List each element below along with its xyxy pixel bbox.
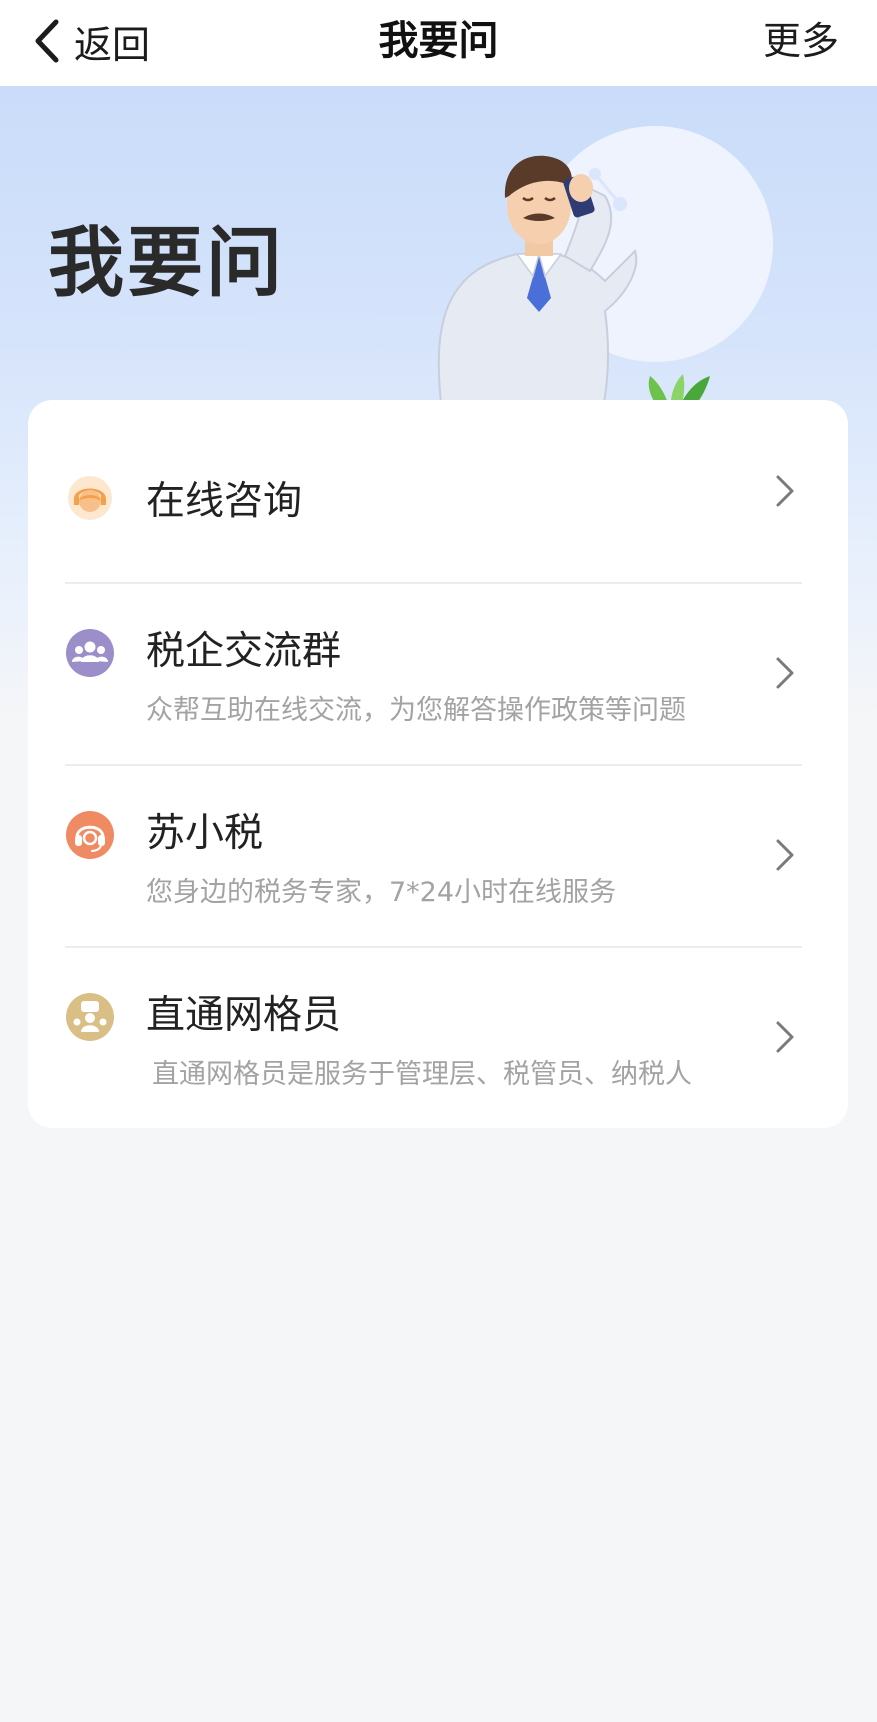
chevron-right-icon [776,1021,794,1053]
navigation-bar: 返回 我要问 更多 [0,0,877,86]
chevron-right-icon [776,657,794,689]
menu-item-tax-enterprise-group[interactable]: 税企交流群 众帮互助在线交流，为您解答操作政策等问题 [28,582,848,764]
chevron-right-icon [776,839,794,871]
chevron-left-icon [35,19,59,63]
headset-icon [66,811,114,859]
menu-item-online-consultation[interactable]: 在线咨询 [28,400,848,582]
service-menu-card: 在线咨询 税企交流群 众帮互助在线交流，为您解答操作政策等问题 苏小税 您身边的… [28,400,848,1128]
hero-title: 我要问 [48,218,285,307]
menu-item-title: 在线咨询 [146,479,303,524]
chevron-right-icon [776,475,794,507]
back-button[interactable]: 返回 [30,10,150,72]
customer-service-icon [68,476,112,520]
menu-item-title: 税企交流群 [146,629,342,674]
menu-item-subtitle: 您身边的税务专家，7*24小时在线服务 [146,877,617,908]
menu-item-title: 直通网格员 [146,993,342,1038]
menu-item-su-xiao-shui[interactable]: 苏小税 您身边的税务专家，7*24小时在线服务 [28,764,848,946]
menu-item-title: 苏小税 [146,811,264,856]
menu-item-subtitle: 直通网格员是服务于管理层、税管员、纳税人 [152,1059,692,1090]
group-chat-icon [66,629,114,677]
back-label: 返回 [74,22,151,67]
grid-staff-icon [66,993,114,1041]
more-button[interactable]: 更多 [763,10,839,72]
menu-item-grid-staff[interactable]: 直通网格员 直通网格员是服务于管理层、税管员、纳税人 [28,946,848,1128]
menu-item-subtitle: 众帮互助在线交流，为您解答操作政策等问题 [146,695,686,726]
